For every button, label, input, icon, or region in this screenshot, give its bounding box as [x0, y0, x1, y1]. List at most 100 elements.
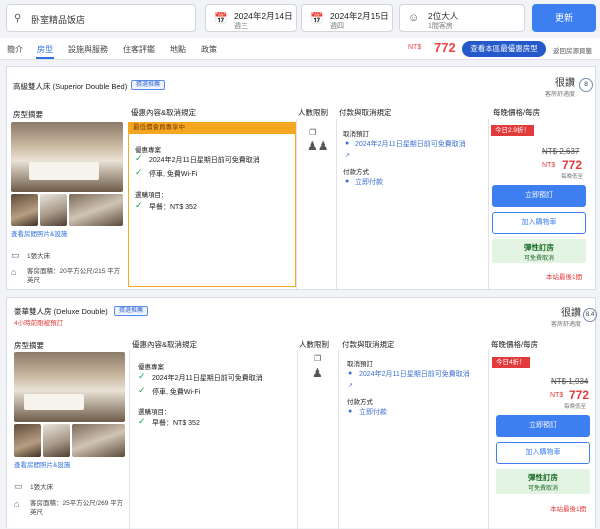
- bed-type: 1張大床: [30, 484, 54, 491]
- lowest-label: 每晚低至: [561, 174, 584, 180]
- col-cancel: 付款與取消規定: [342, 340, 395, 349]
- flex-booking-badge: 彈性訂房 可免費取消: [496, 469, 590, 494]
- tab-location[interactable]: 地點: [170, 44, 186, 55]
- check-icon: ✓: [135, 200, 143, 210]
- calendar-icon: 📅: [214, 13, 228, 25]
- bed-icon: ▭: [14, 481, 23, 491]
- room-thumb[interactable]: [72, 424, 125, 457]
- col-summary: 房型摘要: [13, 110, 43, 119]
- col-price: 每晚價格/每房: [493, 108, 541, 117]
- price-currency: NT$: [542, 162, 556, 169]
- benefits-title: 優惠專案: [138, 364, 164, 371]
- room-price: 772: [569, 388, 590, 402]
- room-thumb[interactable]: [40, 194, 67, 226]
- back-link[interactable]: 返回房源頁籤: [553, 45, 592, 55]
- price-currency: NT$: [550, 392, 564, 399]
- hotel-search-field[interactable]: ⚲ 卧室精品饭店: [6, 4, 196, 32]
- tab-policies[interactable]: 政策: [201, 44, 217, 55]
- divider: [338, 350, 339, 529]
- external-link-icon[interactable]: ↗: [345, 152, 350, 159]
- flex-sub: 可免費取消: [523, 256, 554, 262]
- col-benefits: 優惠內容&取消規定: [132, 340, 198, 349]
- tab-rooms[interactable]: 房型: [37, 44, 53, 55]
- divider: [488, 350, 489, 529]
- house-icon: ⌂: [11, 267, 17, 277]
- bed-icon: ▭: [11, 250, 20, 260]
- recommend-badge: 猜選推薦: [131, 80, 166, 90]
- person-icon: ☺: [408, 12, 420, 24]
- room-thumb[interactable]: [14, 424, 41, 457]
- best-deal-button[interactable]: 查看本區最優惠房型: [462, 41, 546, 57]
- book-now-button[interactable]: 立即預訂: [492, 185, 586, 207]
- rating: 很讚 客房舒適度: [523, 74, 575, 98]
- cancel-policy[interactable]: 2024年2月11日星期日前可免費取消: [359, 370, 487, 380]
- add-to-cart-button[interactable]: 加入購物車: [492, 212, 586, 234]
- score-badge: 8: [579, 78, 593, 92]
- lowest-price: 772: [434, 40, 456, 55]
- col-people: 人數限制: [299, 340, 329, 349]
- external-link-icon[interactable]: ↗: [348, 382, 353, 389]
- checkout-day: 週四: [330, 23, 344, 30]
- deal-badge: 今日2.9折！: [491, 125, 535, 136]
- cancel-title: 取消預訂: [347, 361, 373, 368]
- people-icon: ♟♟: [307, 139, 329, 153]
- guests-field[interactable]: ☺ 2位大人 1間客房: [399, 4, 525, 32]
- add-to-cart-button[interactable]: 加入購物車: [496, 442, 590, 464]
- tab-bar: 簡介 房型 設施與服務 住客評鑑 地點 政策 NT$ 772 查看本區最優惠房型…: [0, 38, 600, 60]
- tab-overview[interactable]: 簡介: [7, 44, 23, 55]
- deal-badge: 今日4折！: [492, 357, 530, 368]
- house-icon: ⌂: [14, 499, 20, 509]
- cancel-policy[interactable]: 2024年2月11日星期日前可免費取消: [355, 140, 485, 150]
- cancel-title: 取消預訂: [343, 131, 369, 138]
- room-photo[interactable]: [11, 122, 123, 192]
- room-card: 豪華雙人房 (Deluxe Double) 猜選推薦 4小時前剛被預訂 很讚 客…: [6, 297, 597, 529]
- calendar-icon: 📅: [310, 13, 324, 25]
- photos-link[interactable]: 查看房間照片&設施: [11, 228, 67, 238]
- checkin-field[interactable]: 📅 2024年2月14日 週三: [205, 4, 297, 32]
- price-currency: NT$: [408, 44, 422, 51]
- col-price: 每晚價格/每房: [491, 340, 539, 349]
- bed-type: 1張大床: [27, 253, 51, 260]
- rating-sub: 客房舒適度: [544, 92, 575, 98]
- bullet-icon: ●: [345, 178, 350, 185]
- room-price: 772: [562, 158, 583, 172]
- room-thumb[interactable]: [69, 194, 123, 226]
- search-icon: ⚲: [14, 13, 22, 24]
- original-price: NT$ 2,637: [542, 147, 580, 156]
- col-people: 人數限制: [298, 108, 328, 117]
- tab-reviews[interactable]: 住客評鑑: [123, 44, 155, 55]
- update-button[interactable]: 更新: [532, 4, 596, 32]
- sparkle-icon: ❐: [314, 354, 322, 363]
- member-banner: 最低價會員專享中: [128, 122, 296, 134]
- extras-title: 選購項目：: [138, 409, 171, 416]
- search-bar: ⚲ 卧室精品饭店 📅 2024年2月14日 週三 📅 2024年2月15日 週四…: [0, 0, 600, 38]
- room-thumb[interactable]: [11, 194, 38, 226]
- flex-title: 彈性訂房: [528, 473, 558, 482]
- book-now-button[interactable]: 立即預訂: [496, 415, 590, 437]
- rooms-count: 1間客房: [428, 23, 453, 30]
- checkin-day: 週三: [234, 23, 248, 30]
- benefit-parking: 停車, 免費Wi-Fi: [152, 389, 201, 396]
- photos-link[interactable]: 查看房間照片&設施: [14, 459, 70, 469]
- check-icon: ✓: [138, 416, 146, 426]
- room-thumb[interactable]: [43, 424, 70, 457]
- recent-booking-notice: 4小時前剛被預訂: [14, 320, 64, 327]
- checkout-field[interactable]: 📅 2024年2月15日 週四: [301, 4, 393, 32]
- check-icon: ✓: [135, 167, 143, 177]
- flex-sub: 可免費取消: [527, 486, 558, 492]
- original-price: NT$ 1,934: [551, 377, 589, 386]
- flex-title: 彈性訂房: [524, 243, 554, 252]
- col-cancel: 付款與取消規定: [339, 108, 392, 117]
- last-room-notice: 本站最後1間: [546, 274, 583, 281]
- tab-facilities[interactable]: 設施與服務: [68, 44, 108, 55]
- extras-title: 選購項目：: [135, 192, 168, 199]
- last-room-notice: 本站最後1間: [550, 506, 587, 513]
- rating-sub: 客房舒適度: [550, 322, 581, 328]
- lowest-label: 每晚低至: [564, 404, 587, 410]
- flex-booking-badge: 彈性訂房 可免費取消: [492, 239, 586, 263]
- check-icon: ✓: [138, 385, 146, 395]
- room-name: 高級雙人床 (Superior Double Bed): [13, 82, 128, 91]
- pay-title: 付款方式: [347, 399, 373, 406]
- room-photo[interactable]: [14, 352, 125, 422]
- room-name: 豪華雙人房 (Deluxe Double): [14, 307, 108, 316]
